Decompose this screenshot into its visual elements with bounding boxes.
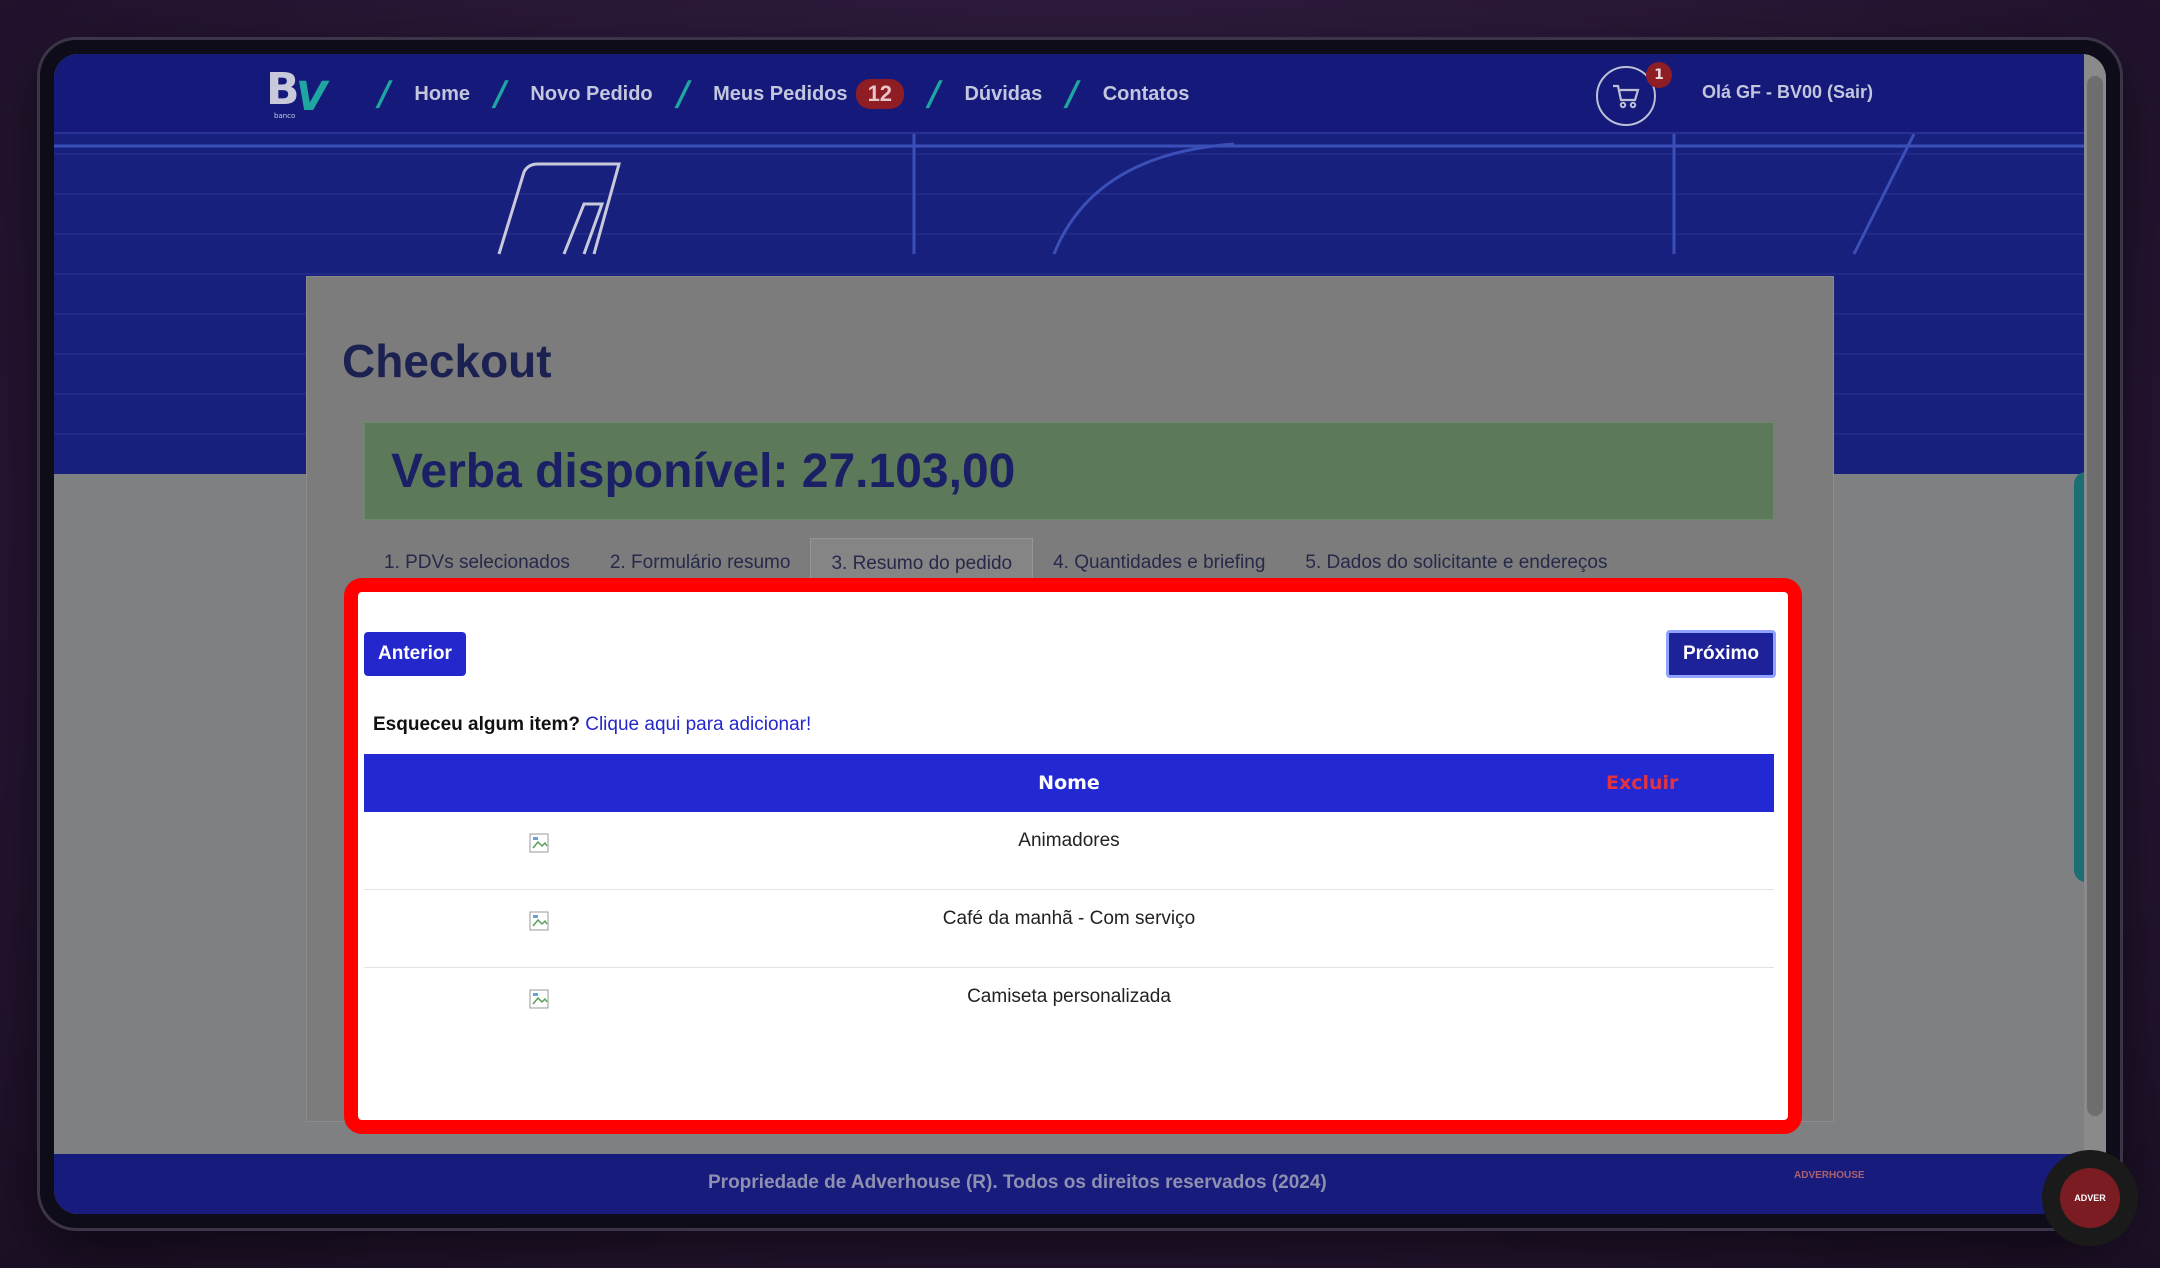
orders-count-badge: 12 xyxy=(855,79,905,109)
table-row: Café da manhã - Com serviço xyxy=(364,890,1774,968)
svg-text:B: B xyxy=(266,64,300,115)
user-logout-link[interactable]: Olá GF - BV00 (Sair) xyxy=(1702,82,1873,103)
table-header: Nome Excluir xyxy=(364,754,1774,812)
highlighted-panel: Anterior Próximo Esqueceu algum item? Cl… xyxy=(344,578,1802,1134)
item-name: Camiseta personalizada xyxy=(967,986,1171,1007)
footer-copyright: Propriedade de Adverhouse (R). Todos os … xyxy=(708,1172,1327,1193)
nav-contatos[interactable]: Contatos xyxy=(1103,83,1190,106)
svg-text:banco: banco xyxy=(274,112,295,120)
cart-icon xyxy=(1613,84,1640,109)
svg-text:V: V xyxy=(296,74,330,120)
nav-menu: / Home / Novo Pedido / Meus Pedidos 12 /… xyxy=(354,54,1189,134)
cart-count-badge: 1 xyxy=(1646,62,1672,88)
nav-meus-pedidos[interactable]: Meus Pedidos 12 xyxy=(713,79,905,109)
adverhouse-logo: ADVERHOUSE xyxy=(1794,1170,1865,1181)
nav-novo-pedido[interactable]: Novo Pedido xyxy=(530,83,652,106)
forgot-item-text: Esqueceu algum item? xyxy=(373,714,580,735)
forgot-item-prompt: Esqueceu algum item? Clique aqui para ad… xyxy=(373,714,811,736)
column-header-delete: Excluir xyxy=(1606,772,1679,794)
nav-home[interactable]: Home xyxy=(414,83,470,106)
nav-meus-pedidos-label: Meus Pedidos xyxy=(713,82,848,105)
page-footer: Propriedade de Adverhouse (R). Todos os … xyxy=(54,1154,2084,1214)
adverhouse-avatar: ADVER xyxy=(2060,1168,2120,1228)
page-scrollbar[interactable] xyxy=(2084,54,2106,1214)
nav-separator: / xyxy=(1062,74,1083,114)
nav-duvidas[interactable]: Dúvidas xyxy=(964,83,1042,106)
table-row: Animadores xyxy=(364,812,1774,890)
previous-button[interactable]: Anterior xyxy=(364,632,466,676)
available-budget-text: Verba disponível: 27.103,00 xyxy=(391,444,1016,498)
chat-avatar-button[interactable]: ADVER xyxy=(2042,1150,2138,1246)
item-name: Café da manhã - Com serviço xyxy=(942,908,1196,929)
nav-separator: / xyxy=(924,74,944,114)
table-row: Camiseta personalizada xyxy=(364,968,1774,1046)
available-budget-banner: Verba disponível: 27.103,00 xyxy=(364,422,1774,520)
nav-separator: / xyxy=(490,74,510,114)
nav-separator: / xyxy=(374,74,394,114)
item-name: Animadores xyxy=(1018,830,1120,851)
scrollbar-thumb[interactable] xyxy=(2087,76,2103,1116)
bv-logo[interactable]: B V banco xyxy=(266,64,342,122)
column-header-name: Nome xyxy=(1038,772,1100,794)
order-summary-panel: Anterior Próximo Esqueceu algum item? Cl… xyxy=(364,604,1776,1108)
items-table: Nome Excluir Animadores Café da manhã - … xyxy=(364,754,1774,1046)
page-title: Checkout xyxy=(342,335,552,387)
next-button[interactable]: Próximo xyxy=(1665,630,1776,678)
top-navbar: B V banco / Home / Novo Pedido / Meus Pe… xyxy=(54,54,2084,134)
add-item-link[interactable]: Clique aqui para adicionar! xyxy=(585,714,811,735)
nav-separator: / xyxy=(673,74,693,114)
